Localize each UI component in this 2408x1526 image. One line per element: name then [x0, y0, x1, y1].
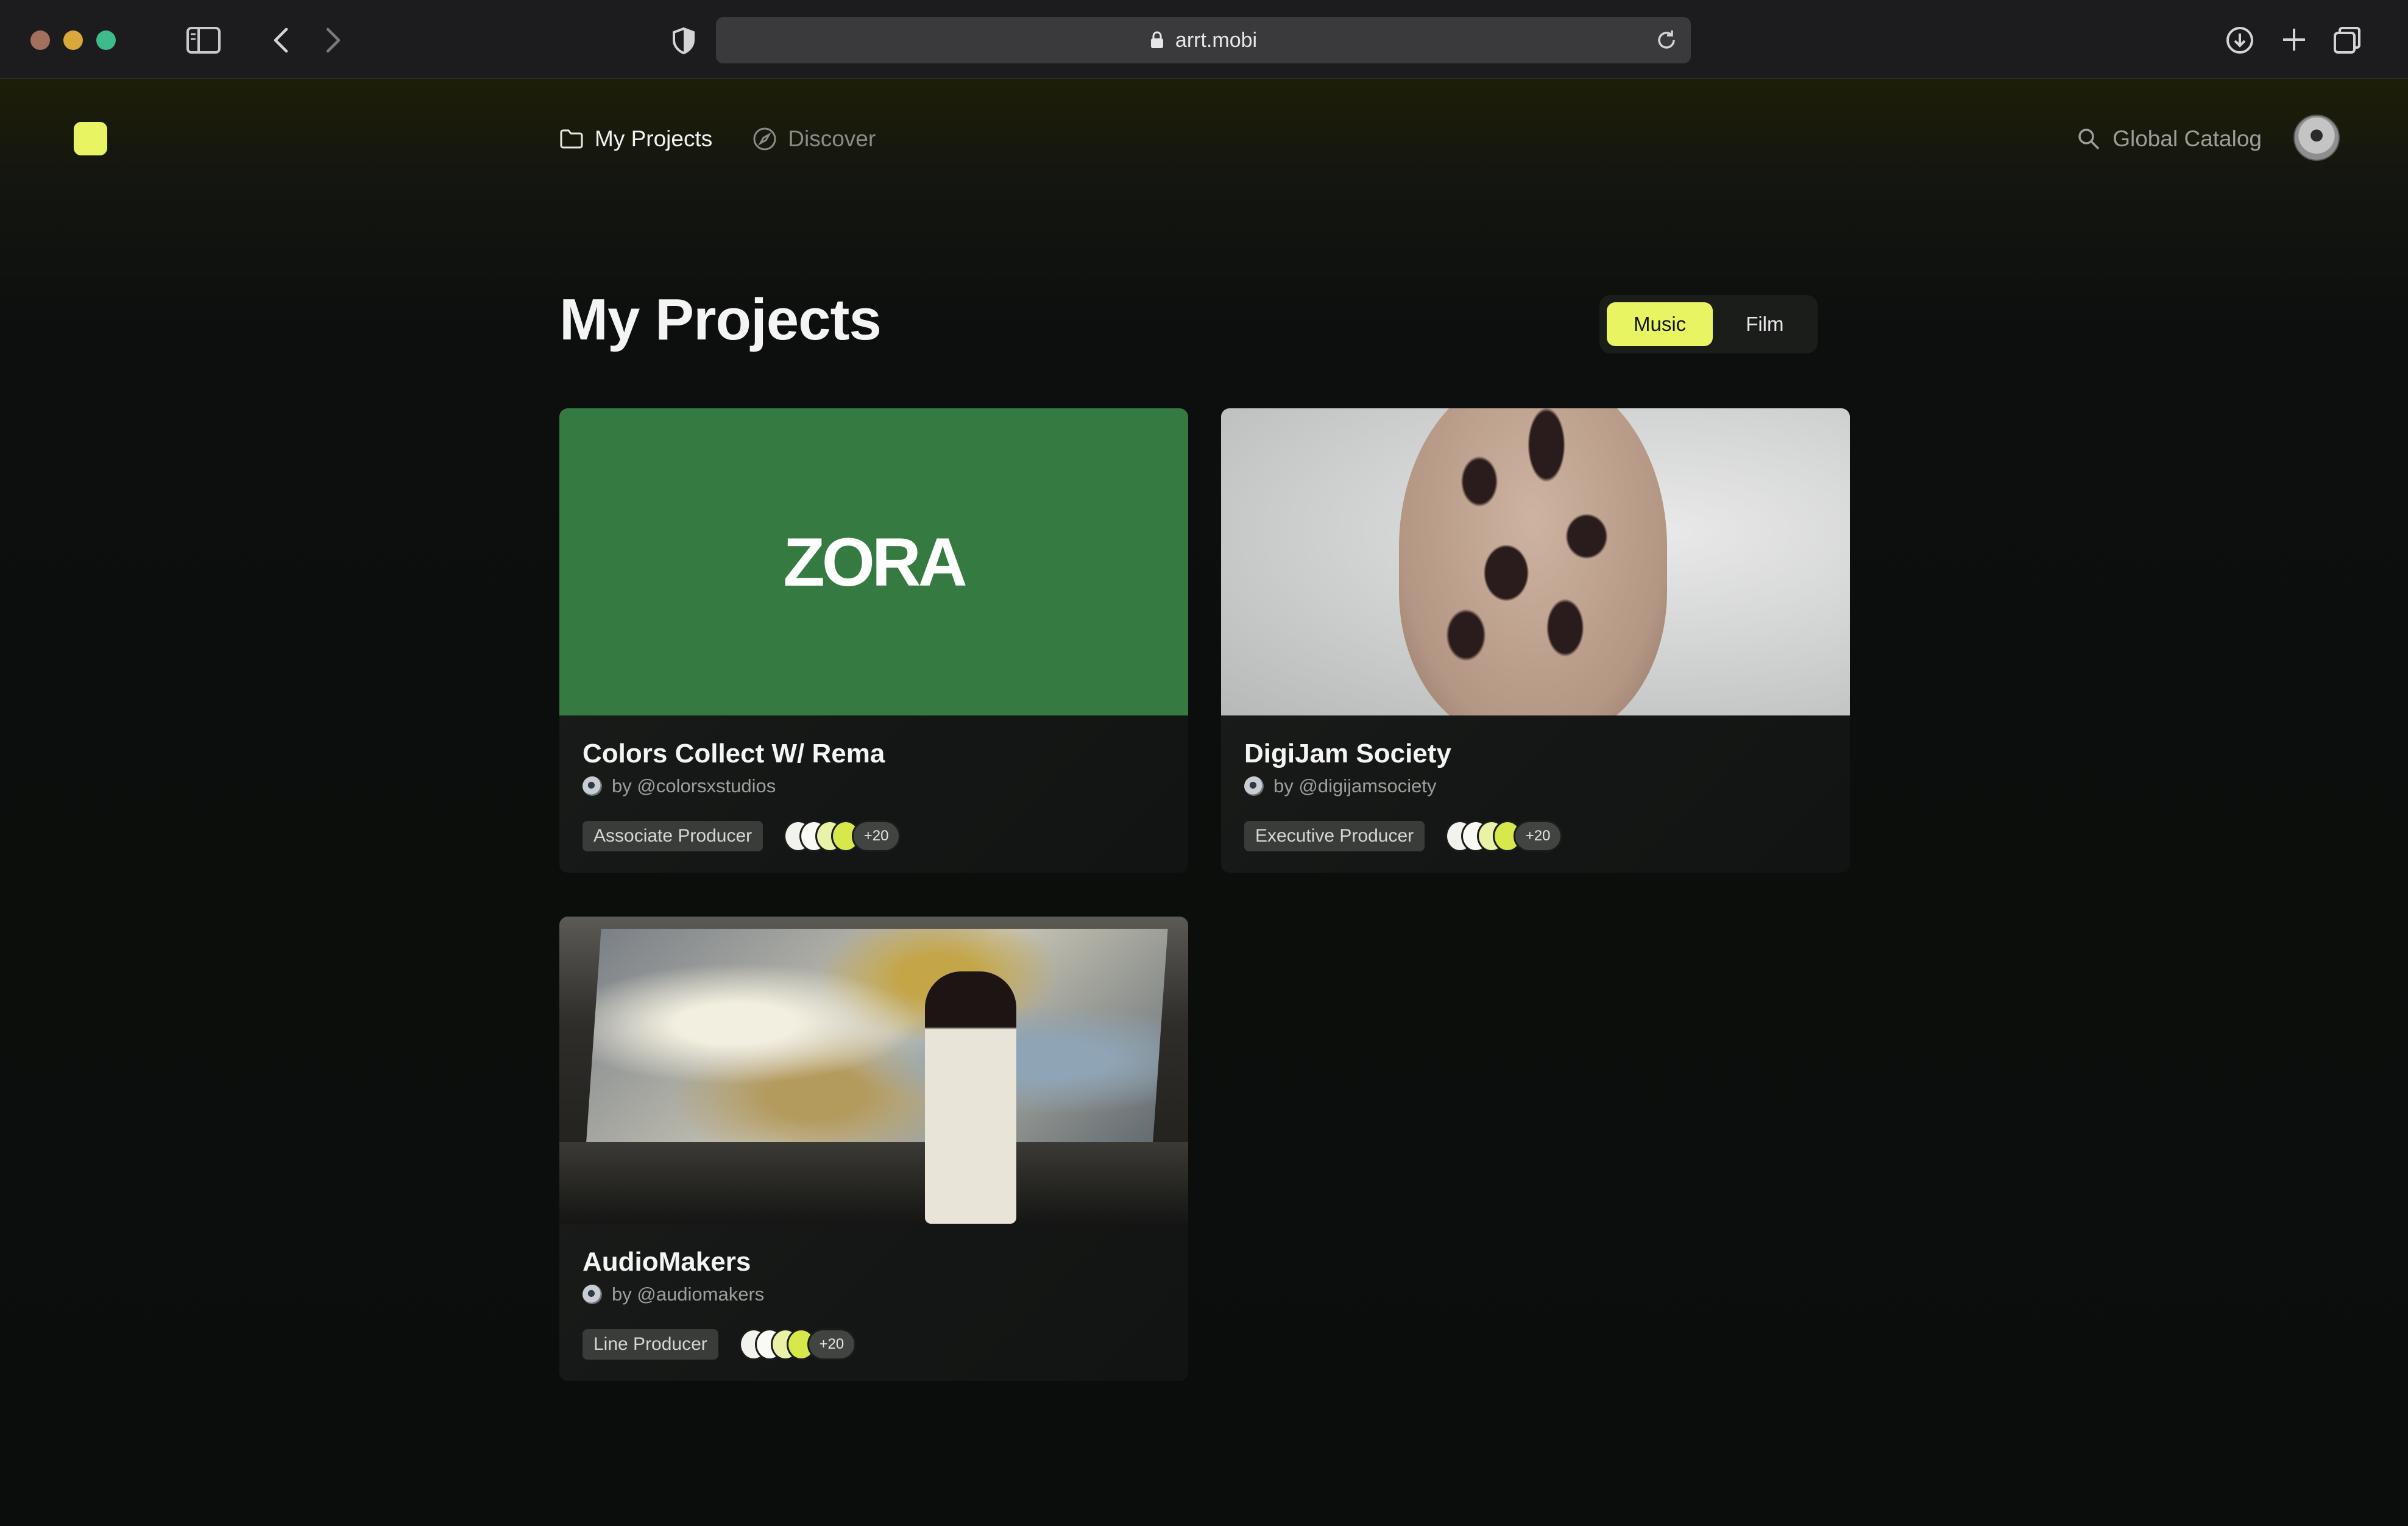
project-title: AudioMakers [583, 1247, 751, 1277]
main-nav: My Projects Discover [559, 122, 876, 156]
creator-handle: by @audiomakers [612, 1283, 765, 1305]
sidebar-toggle-icon[interactable] [186, 27, 221, 54]
download-icon[interactable] [2225, 26, 2254, 55]
url-text: arrt.mobi [1175, 28, 1258, 52]
new-tab-icon[interactable] [2280, 26, 2308, 54]
close-window-button[interactable] [30, 30, 50, 50]
project-meta: Executive Producer +20 [1244, 820, 1563, 852]
collaborator-count: +20 [807, 1329, 856, 1360]
collaborator-stack[interactable]: +20 [1445, 820, 1563, 852]
project-meta: Line Producer +20 [583, 1329, 856, 1360]
project-title: DigiJam Society [1244, 739, 1451, 768]
creator-handle: by @digijamsociety [1273, 775, 1437, 797]
forward-icon[interactable] [324, 27, 342, 54]
project-title: Colors Collect W/ Rema [583, 739, 885, 768]
project-card[interactable]: ZORA Colors Collect W/ Rema by @colorsxs… [559, 408, 1188, 873]
lock-icon [1150, 31, 1163, 48]
collaborator-stack[interactable]: +20 [738, 1329, 856, 1360]
app-logo[interactable] [74, 122, 107, 155]
collaborator-count: +20 [1514, 820, 1563, 852]
creator-avatar [1244, 776, 1264, 796]
project-meta: Associate Producer +20 [583, 820, 901, 852]
nav-discover-label: Discover [788, 126, 876, 151]
nav-my-projects-label: My Projects [595, 126, 713, 151]
browser-toolbar: arrt.mobi [0, 0, 2408, 79]
toggle-music[interactable]: Music [1607, 302, 1713, 346]
collaborator-stack[interactable]: +20 [784, 820, 901, 852]
nav-discover[interactable]: Discover [752, 126, 876, 152]
creator-handle: by @colorsxstudios [612, 775, 776, 797]
toggle-film[interactable]: Film [1719, 302, 1810, 346]
reload-icon[interactable] [1654, 28, 1679, 52]
minimize-window-button[interactable] [63, 30, 83, 50]
search-icon [2078, 129, 2100, 150]
role-badge: Executive Producer [1244, 821, 1425, 851]
role-badge: Line Producer [583, 1329, 718, 1360]
project-card[interactable]: DigiJam Society by @digijamsociety Execu… [1221, 408, 1850, 873]
project-creator: by @digijamsociety [1244, 775, 1437, 797]
project-creator: by @audiomakers [583, 1283, 764, 1305]
user-avatar[interactable] [2293, 115, 2340, 161]
project-cover-image: ZORA [559, 408, 1188, 715]
category-toggle: Music Film [1599, 295, 1818, 353]
project-card[interactable]: AudioMakers by @audiomakers Line Produce… [559, 917, 1188, 1381]
collaborator-count: +20 [852, 820, 901, 852]
creator-avatar [583, 1285, 602, 1304]
role-badge: Associate Producer [583, 821, 763, 851]
project-cover-image [559, 917, 1188, 1224]
project-creator: by @colorsxstudios [583, 775, 776, 797]
zoom-window-button[interactable] [96, 30, 116, 50]
project-cover-image [1221, 408, 1850, 715]
creator-avatar [583, 776, 602, 796]
app-page: My Projects Discover Global Catalog My P… [0, 79, 2408, 1526]
page-title: My Projects [559, 287, 882, 352]
address-bar[interactable]: arrt.mobi [716, 17, 1691, 63]
global-catalog-search[interactable]: Global Catalog [2077, 122, 2262, 156]
privacy-shield-icon[interactable] [671, 27, 696, 55]
compass-icon [753, 127, 776, 151]
nav-my-projects[interactable]: My Projects [559, 126, 712, 152]
global-catalog-label: Global Catalog [2112, 126, 2262, 151]
back-icon[interactable] [272, 27, 290, 54]
tab-overview-icon[interactable] [2332, 26, 2362, 55]
folder-icon [560, 129, 583, 149]
zora-logo-text: ZORA [783, 523, 967, 600]
